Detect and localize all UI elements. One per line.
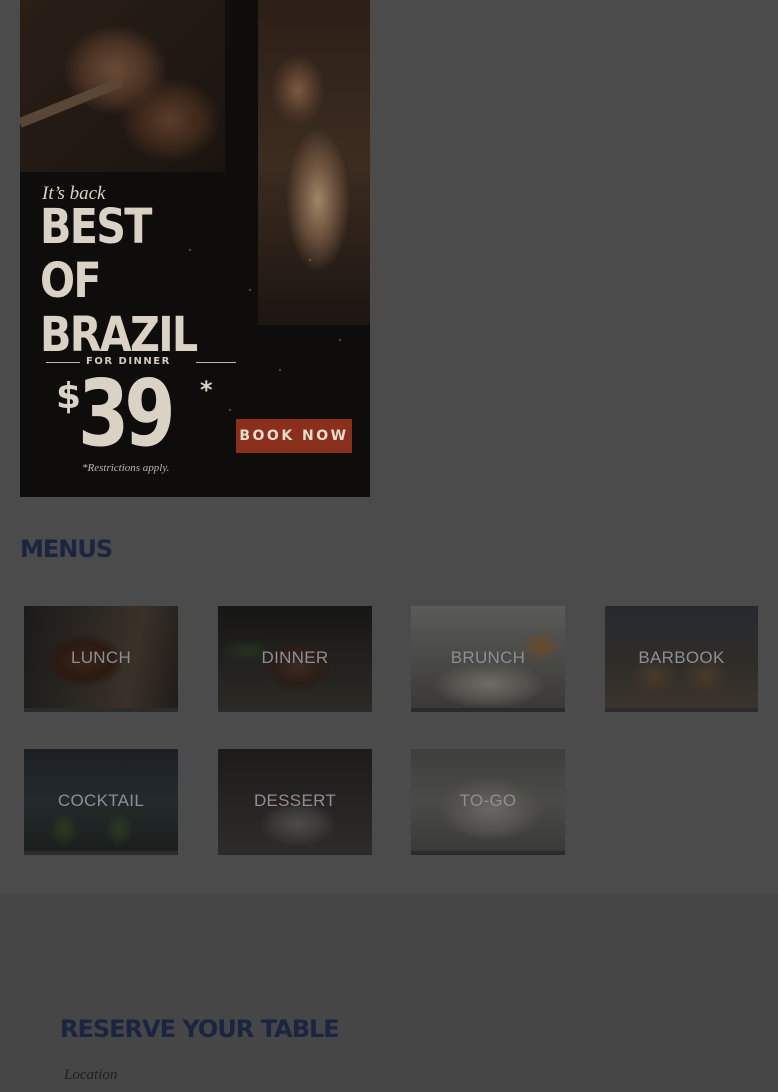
menu-tile-label: BARBOOK: [638, 648, 725, 667]
menu-tile-dinner[interactable]: DINNER: [218, 606, 372, 712]
promo-divider-left: [46, 362, 80, 363]
menu-tile-label: COCKTAIL: [57, 791, 145, 810]
promo-divider-right: [196, 362, 236, 363]
menu-tile-label: DINNER: [261, 648, 329, 667]
promo-banner[interactable]: It’s back BEST OF BRAZIL FOR DINNER $ 39…: [20, 0, 370, 497]
promo-headline-line1: BEST: [40, 199, 152, 255]
book-now-button[interactable]: BOOK NOW: [236, 419, 352, 453]
menu-tile-label: LUNCH: [70, 648, 132, 667]
menus-heading: MENUS: [20, 535, 113, 563]
menu-tile-cocktail[interactable]: COCKTAIL: [24, 749, 178, 855]
menu-tile-label: BRUNCH: [450, 648, 526, 667]
promo-price-amount: 39: [78, 360, 176, 467]
menu-tile-lunch[interactable]: LUNCH: [24, 606, 178, 712]
promo-restrictions-note: *Restrictions apply.: [82, 462, 170, 474]
menu-tile-barbook[interactable]: BARBOOK: [605, 606, 758, 712]
reserve-section: [0, 895, 778, 1092]
location-field-label: Location: [64, 1067, 118, 1083]
menu-tile-label: TO-GO: [459, 791, 517, 810]
menu-tile-dessert[interactable]: DESSERT: [218, 749, 372, 855]
menu-tile-brunch[interactable]: BRUNCH: [411, 606, 565, 712]
reserve-heading: RESERVE YOUR TABLE: [60, 1015, 340, 1043]
promo-headline: BEST OF BRAZIL: [40, 200, 229, 362]
menu-tile-to-go[interactable]: TO-GO: [411, 749, 565, 855]
promo-price-asterisk: *: [200, 376, 213, 404]
promo-headline-line2: OF: [40, 253, 102, 309]
promo-headline-line3: BRAZIL: [40, 307, 198, 363]
menu-tile-label: DESSERT: [253, 791, 337, 810]
